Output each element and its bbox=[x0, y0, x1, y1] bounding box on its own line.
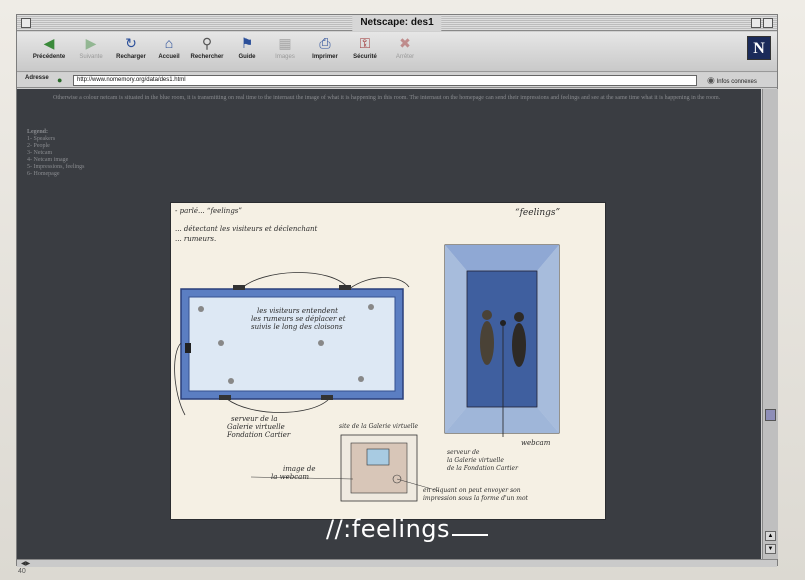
legend-item: 1- Speakers bbox=[27, 136, 56, 142]
reload-icon: ↻ bbox=[125, 35, 137, 51]
close-box-icon[interactable] bbox=[21, 18, 31, 28]
related-links-button[interactable]: ◉ Infos connexes bbox=[707, 74, 757, 89]
scroll-down-arrow-icon[interactable]: ▼ bbox=[765, 544, 776, 554]
images-button[interactable]: ▦ Images bbox=[263, 35, 307, 69]
browser-window: Netscape: des1 ◀ Précédente ▶ Suivante ↻… bbox=[16, 14, 778, 567]
related-links-label: Infos connexes bbox=[716, 79, 757, 85]
sketch-note: impression sous la forme d'un mot bbox=[423, 495, 528, 502]
forward-button[interactable]: ▶ Suivante bbox=[69, 35, 113, 69]
address-label: Adresse bbox=[25, 75, 49, 81]
zoom-box-icon[interactable] bbox=[751, 18, 761, 28]
intro-paragraph: Otherwise a colour netcam is situated in… bbox=[53, 95, 721, 101]
sketch-note: ... rumeurs. bbox=[175, 235, 217, 243]
sketch-note: les rumeurs se déplacer et bbox=[251, 315, 346, 323]
speaker-icon bbox=[321, 395, 333, 400]
sketch-note: serveur de la bbox=[231, 415, 278, 423]
status-bar: ◀▶ bbox=[17, 559, 777, 567]
netscape-logo[interactable]: N bbox=[747, 36, 771, 60]
person-figure bbox=[512, 323, 526, 367]
navigation-toolbar: ◀ Précédente ▶ Suivante ↻ Recharger ⌂ Ac… bbox=[17, 32, 777, 72]
window-title: Netscape: des1 bbox=[352, 15, 442, 31]
legend-item: 2- People bbox=[27, 143, 50, 149]
forward-arrow-icon: ▶ bbox=[85, 35, 97, 51]
search-button[interactable]: ⚲ Rechercher bbox=[185, 35, 229, 69]
vertical-scrollbar[interactable]: ▲ ▼ bbox=[762, 89, 778, 559]
back-arrow-icon: ◀ bbox=[43, 35, 55, 51]
title-bar[interactable]: Netscape: des1 bbox=[17, 15, 777, 31]
page-content: Otherwise a colour netcam is situated in… bbox=[17, 89, 761, 559]
sketch-note: la Galerie virtuelle bbox=[447, 457, 504, 464]
sketch-note: ... détectant les visiteurs et déclencha… bbox=[175, 225, 318, 233]
guide-icon: ⚑ bbox=[240, 35, 254, 51]
sketch-note: de la Fondation Cartier bbox=[447, 465, 518, 472]
sketch-note: webcam bbox=[521, 439, 551, 447]
netcam-icon bbox=[185, 343, 191, 353]
related-links-icon: ◉ bbox=[707, 75, 715, 85]
sketch-note: Fondation Cartier bbox=[227, 431, 291, 439]
legend-item: 5- Impressions, feelings bbox=[27, 164, 85, 170]
scroll-up-arrow-icon[interactable]: ▲ bbox=[765, 531, 776, 541]
sketch-note: image de bbox=[283, 465, 316, 473]
installation-sketch: - parlé... “feelings” ... détectant les … bbox=[171, 203, 605, 519]
photo-frame: Netscape: des1 ◀ Précédente ▶ Suivante ↻… bbox=[0, 0, 805, 580]
legend-item: 6- Homepage bbox=[27, 171, 60, 177]
page-proxy-icon[interactable]: ● bbox=[57, 75, 62, 85]
caption-underline bbox=[452, 534, 488, 536]
collapse-box-icon[interactable] bbox=[763, 18, 773, 28]
sketch-note: les visiteurs entendent bbox=[257, 307, 338, 315]
page-number: 40 bbox=[18, 568, 26, 575]
webcam-icon bbox=[500, 320, 506, 326]
print-icon: ⎙ bbox=[319, 35, 331, 51]
sketch-title: “feelings” bbox=[515, 208, 561, 218]
images-icon: ▦ bbox=[278, 35, 292, 51]
security-button[interactable]: ⚿ Sécurité bbox=[343, 35, 387, 69]
overlay-caption: //:feelings bbox=[326, 515, 451, 543]
stop-button[interactable]: ✖ Arrêter bbox=[383, 35, 427, 69]
sketch-note: serveur de bbox=[447, 449, 480, 456]
speaker-icon bbox=[219, 395, 231, 400]
legend-item: 4- Netcam image bbox=[27, 157, 69, 163]
legend-title: Legend: bbox=[27, 129, 48, 135]
url-field[interactable]: http://www.nomemory.org/data/des1.html bbox=[73, 75, 697, 86]
sketch-drawing bbox=[174, 244, 560, 502]
stop-icon: ✖ bbox=[399, 35, 411, 51]
search-icon: ⚲ bbox=[201, 35, 213, 51]
sketch-note: suivis le long des cloisons bbox=[251, 323, 343, 331]
security-icon: ⚿ bbox=[359, 35, 371, 51]
sketch-note: en cliquant on peut envoyer son bbox=[423, 487, 521, 494]
print-button[interactable]: ⎙ Imprimer bbox=[303, 35, 347, 69]
horizontal-scroll-arrows-icon[interactable]: ◀▶ bbox=[21, 560, 30, 567]
sketch-note: la webcam bbox=[271, 473, 309, 481]
home-icon: ⌂ bbox=[164, 35, 174, 51]
speaker-icon bbox=[233, 285, 245, 290]
scroll-thumb[interactable] bbox=[765, 409, 776, 421]
sketch-note: - parlé... “feelings” bbox=[175, 207, 242, 215]
sketch-note: Galerie virtuelle bbox=[227, 423, 285, 431]
legend: Legend: 1- Speakers 2- People 3- Netcam … bbox=[27, 129, 85, 178]
person-figure bbox=[480, 321, 494, 365]
sketch-note: site de la Galerie virtuelle bbox=[339, 423, 419, 430]
speaker-icon bbox=[339, 285, 351, 290]
legend-item: 3- Netcam bbox=[27, 150, 53, 156]
location-bar: Adresse ● http://www.nomemory.org/data/d… bbox=[17, 73, 777, 88]
back-button[interactable]: ◀ Précédente bbox=[27, 35, 71, 69]
